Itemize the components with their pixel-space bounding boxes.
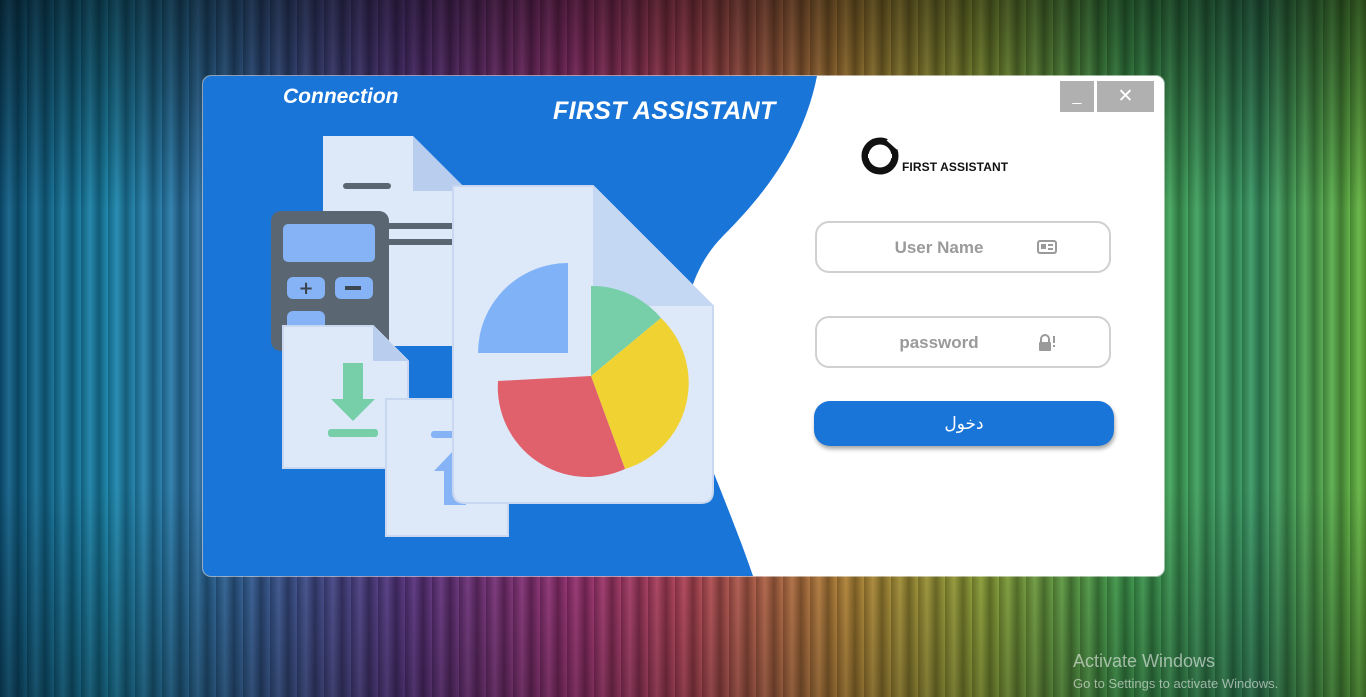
logo-text: FIRST ASSISTANT	[902, 160, 1009, 174]
password-input[interactable]	[837, 326, 1041, 360]
logo-ring-icon	[861, 137, 900, 175]
username-field-frame	[815, 221, 1111, 273]
connection-label: Connection	[283, 85, 399, 108]
lock-icon	[1039, 334, 1055, 351]
activate-windows-subtitle: Go to Settings to activate Windows.	[1073, 676, 1279, 691]
pie-chart-icon	[452, 185, 714, 504]
login-button[interactable]: دخول	[814, 401, 1114, 446]
finance-illustration: +	[271, 136, 714, 537]
app-logo: FIRST ASSISTANT	[858, 134, 1008, 178]
id-card-icon	[1037, 240, 1057, 254]
activate-windows-title: Activate Windows	[1073, 651, 1216, 671]
username-input[interactable]	[837, 231, 1041, 265]
brand-title: FIRST ASSISTANT	[553, 97, 776, 125]
password-field-frame	[815, 316, 1111, 368]
svg-text:+: +	[298, 278, 313, 299]
minimize-button[interactable]: _	[1060, 81, 1094, 112]
login-window: Connection FIRST ASSISTANT + _ ✕ FIRST A…	[203, 76, 1164, 576]
close-button[interactable]: ✕	[1097, 81, 1154, 112]
